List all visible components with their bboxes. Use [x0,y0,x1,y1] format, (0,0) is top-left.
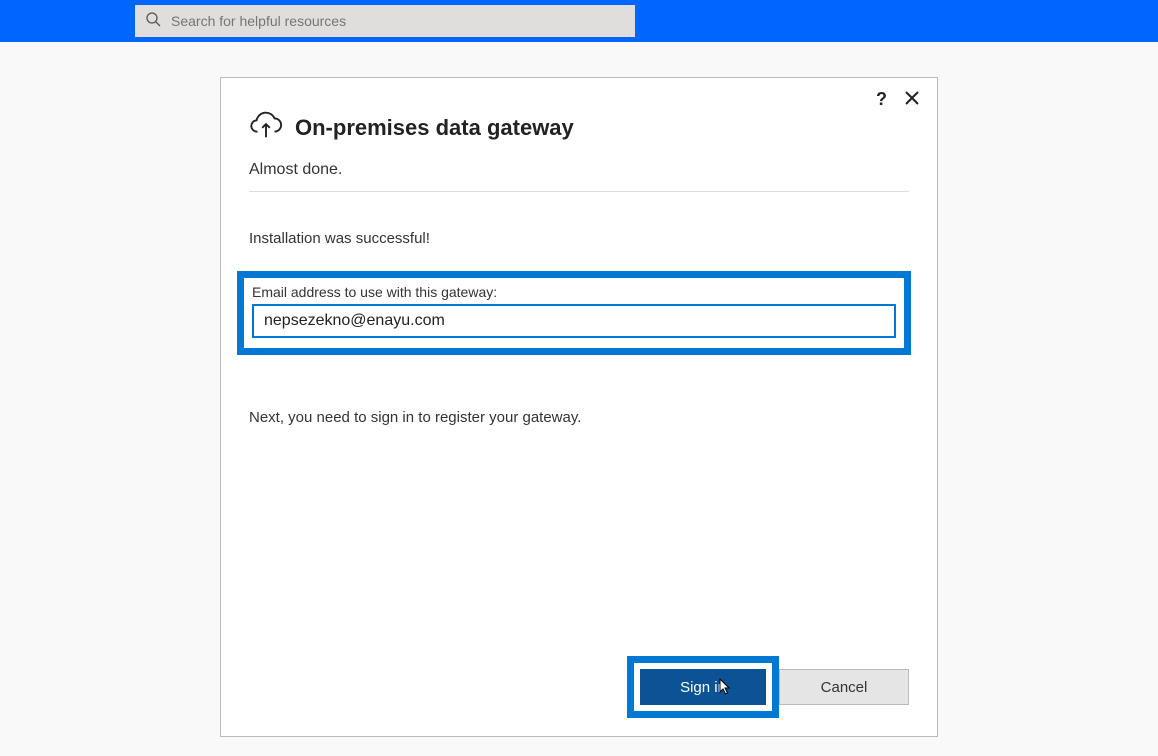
cloud-upload-icon [249,108,283,147]
divider [249,191,909,192]
close-icon[interactable] [905,90,919,108]
signin-highlight-box: Sign in [627,656,779,718]
email-label: Email address to use with this gateway: [252,284,896,300]
search-container[interactable] [135,5,635,37]
email-field[interactable] [252,304,896,338]
next-step-message: Next, you need to sign in to register yo… [249,409,909,426]
cancel-button[interactable]: Cancel [779,669,909,705]
top-bar [0,0,1158,42]
search-input[interactable] [161,13,625,29]
help-icon[interactable]: ? [876,90,887,108]
signin-button[interactable]: Sign in [640,669,766,705]
email-highlight-box: Email address to use with this gateway: [237,271,911,355]
status-message: Installation was successful! [249,230,909,247]
dialog-title: On-premises data gateway [295,115,574,141]
gateway-dialog: ? On-premises data gateway Almost done. … [220,77,938,737]
search-icon [145,11,161,32]
page-background: ? On-premises data gateway Almost done. … [0,42,1158,756]
dialog-subtitle: Almost done. [249,161,909,179]
button-row: Sign in Cancel [627,656,909,718]
